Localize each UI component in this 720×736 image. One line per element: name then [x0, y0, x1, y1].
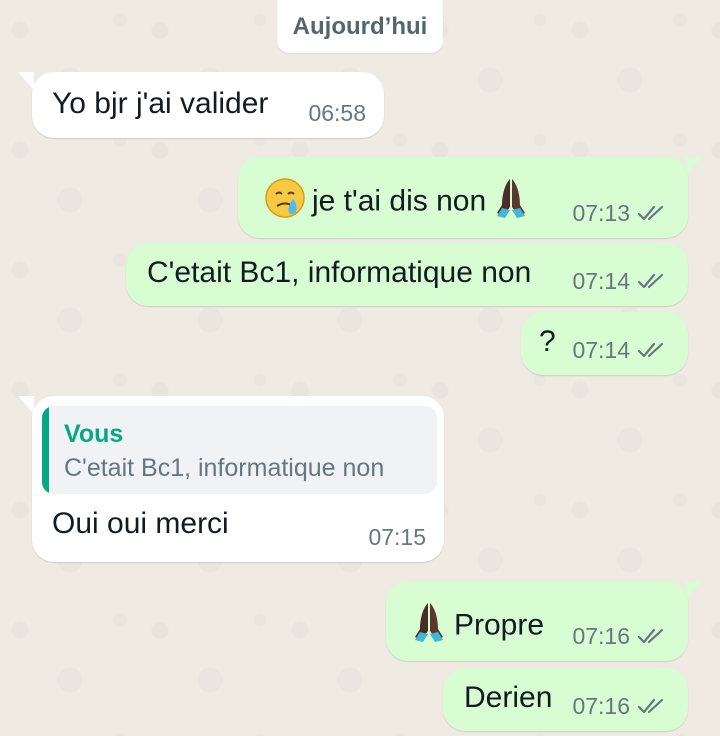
message-time: 07:15: [368, 524, 426, 550]
message-time: 06:58: [308, 100, 366, 126]
double-check-icon: [637, 698, 664, 714]
message-time: 07:16: [572, 693, 630, 719]
date-separator: Aujourd’hui: [277, 0, 443, 53]
message-bubble-outgoing[interactable]: Derien 07:16: [443, 668, 688, 731]
message-content: je t'ai dis non: [258, 177, 536, 228]
message-meta: 07:13: [572, 199, 670, 227]
message-time: 07:13: [572, 200, 630, 226]
message-text: C'etait Bc1, informatique non: [147, 256, 532, 289]
message-text: Oui oui merci: [52, 507, 229, 540]
message-time: 07:16: [572, 623, 630, 649]
message-meta: 07:16: [572, 622, 670, 650]
message-bubble-outgoing[interactable]: C'etait Bc1, informatique non 07:14: [126, 243, 688, 306]
message-meta: 07:16: [572, 692, 670, 720]
quoted-author: Vous: [64, 420, 124, 448]
message-text: Derien: [464, 681, 553, 714]
double-check-icon: [637, 628, 664, 644]
message-content: Propre: [404, 601, 544, 652]
quoted-message[interactable]: Vous C'etait Bc1, informatique non: [42, 406, 437, 494]
message-meta: 07:14: [572, 267, 670, 295]
crying-face-emoji-icon: [264, 177, 306, 228]
message-bubble-outgoing[interactable]: Propre 07:16: [386, 581, 702, 661]
message-time: 07:14: [572, 337, 630, 363]
double-check-icon: [637, 273, 664, 289]
message-text: Yo bjr j'ai valider: [52, 87, 269, 120]
message-text: je t'ai dis non: [312, 184, 487, 218]
message-bubble-outgoing[interactable]: ? 07:14: [521, 312, 688, 375]
double-check-icon: [637, 342, 664, 358]
message-meta: 06:58: [308, 99, 366, 127]
folded-hands-emoji-icon: [410, 601, 448, 652]
quoted-text: C'etait Bc1, informatique non: [64, 454, 385, 482]
message-meta: 07:15: [368, 523, 426, 551]
message-meta: 07:14: [572, 336, 670, 364]
message-bubble-outgoing[interactable]: je t'ai dis non 07:13: [238, 157, 702, 238]
double-check-icon: [637, 205, 664, 221]
folded-hands-emoji-icon: [492, 177, 530, 228]
message-bubble-incoming-reply[interactable]: Vous C'etait Bc1, informatique non Oui o…: [18, 396, 444, 562]
message-text: ?: [539, 325, 556, 358]
quote-accent-bar: [42, 406, 49, 494]
message-bubble-incoming[interactable]: Yo bjr j'ai valider 06:58: [18, 72, 384, 138]
message-text: Propre: [454, 608, 545, 642]
message-time: 07:14: [572, 268, 630, 294]
